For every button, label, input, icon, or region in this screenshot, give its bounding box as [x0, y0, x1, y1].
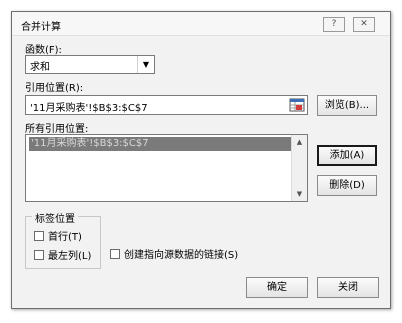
first-row-checkbox-box[interactable] [34, 230, 44, 241]
delete-button[interactable]: 删除(D) [317, 175, 377, 196]
create-links-label: 创建指向源数据的链接(S) [124, 250, 239, 261]
help-button[interactable]: ? [323, 17, 345, 32]
all-references-label: 所有引用位置: [25, 124, 89, 135]
function-select-value: 求和 [30, 62, 50, 73]
create-links-checkbox[interactable]: 创建指向源数据的链接(S) [110, 246, 238, 261]
consolidate-dialog: 合并计算 ? ✕ 函数(F): 求和 ▼ 引用位置(R): '11月采购表'!$… [11, 11, 391, 309]
ok-button[interactable]: 确定 [246, 277, 308, 298]
create-links-checkbox-box[interactable] [110, 248, 120, 259]
first-row-checkbox[interactable]: 首行(T) [34, 228, 82, 243]
reference-input[interactable]: '11月采购表'!$B$3:$C$7 [25, 95, 308, 115]
function-select[interactable]: 求和 ▼ [25, 55, 155, 74]
function-label: 函数(F): [25, 45, 62, 56]
left-column-checkbox[interactable]: 最左列(L) [34, 247, 91, 262]
label-position-title: 标签位置 [32, 210, 78, 225]
close-icon[interactable]: ✕ [353, 17, 375, 32]
browse-button[interactable]: 浏览(B)... [317, 95, 377, 116]
vertical-scrollbar[interactable]: ▲ ▼ [291, 135, 307, 201]
left-column-checkbox-box[interactable] [34, 249, 44, 260]
dialog-title: 合并计算 [21, 22, 61, 33]
reference-input-value: '11月采购表'!$B$3:$C$7 [30, 103, 148, 114]
first-row-label: 首行(T) [48, 232, 82, 243]
left-column-label: 最左列(L) [48, 251, 92, 262]
add-button[interactable]: 添加(A) [317, 145, 377, 166]
range-select-icon[interactable] [289, 98, 305, 112]
title-bar: 合并计算 ? ✕ [12, 12, 390, 36]
close-button[interactable]: 关闭 [317, 277, 379, 298]
chevron-down-icon[interactable]: ▼ [137, 56, 154, 73]
list-item[interactable]: '11月采购表'!$B$3:$C$7 [29, 137, 293, 151]
all-references-list[interactable]: '11月采购表'!$B$3:$C$7 ▲ ▼ [25, 134, 308, 202]
scroll-up-icon[interactable]: ▲ [292, 135, 307, 149]
label-position-group: 标签位置 首行(T) 最左列(L) [25, 210, 101, 269]
scroll-down-icon[interactable]: ▼ [292, 187, 307, 201]
reference-label: 引用位置(R): [25, 83, 84, 94]
